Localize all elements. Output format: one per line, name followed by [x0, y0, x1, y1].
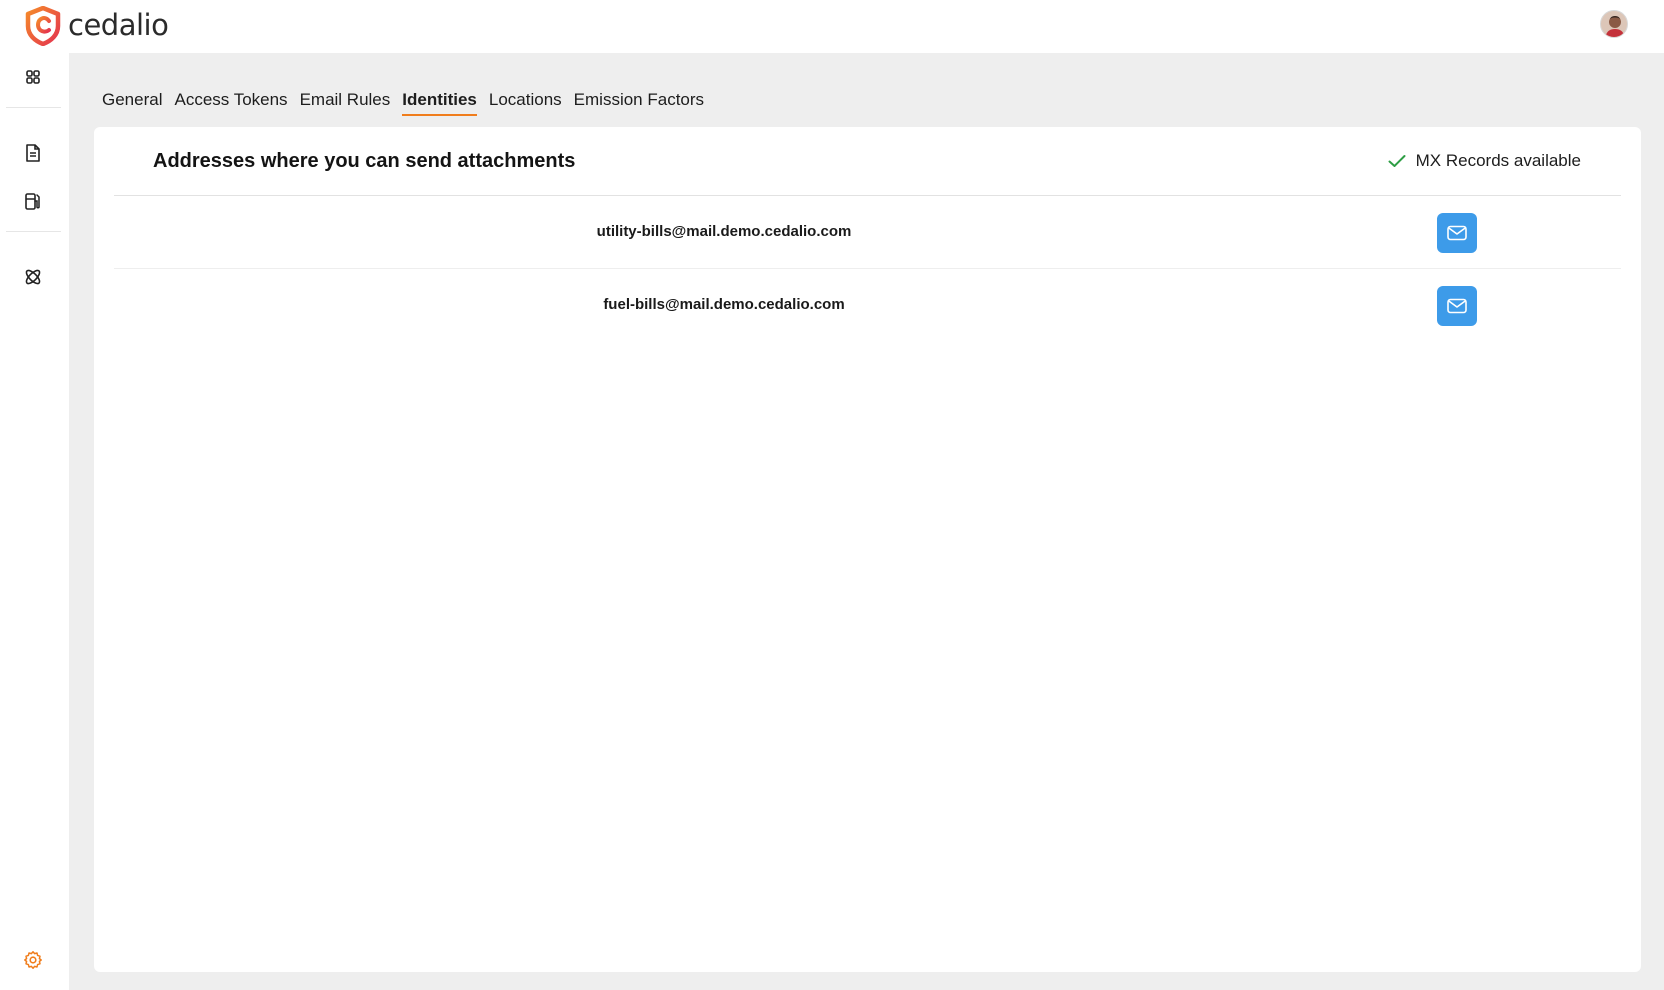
atom-icon [25, 269, 41, 285]
sidebar-divider [6, 231, 61, 232]
check-icon [1388, 155, 1406, 167]
sidebar-item-integrations[interactable] [22, 266, 44, 288]
tab-general[interactable]: General [102, 90, 162, 114]
card-title: Addresses where you can send attachments [153, 150, 576, 172]
identities-card: Addresses where you can send attachments… [94, 127, 1641, 972]
address-email: fuel-bills@mail.demo.cedalio.com [603, 296, 845, 313]
settings-tabs: General Access Tokens Email Rules Identi… [102, 90, 716, 116]
mail-icon [1447, 298, 1467, 314]
mx-status-label: MX Records available [1415, 151, 1581, 170]
mail-icon [1447, 225, 1467, 241]
tab-locations[interactable]: Locations [489, 90, 562, 114]
grid-icon [26, 70, 40, 84]
sidebar-item-documents[interactable] [22, 142, 44, 164]
mx-status: MX Records available [1388, 151, 1581, 171]
top-bar: cedalio [0, 0, 1664, 53]
brand-name: cedalio [68, 8, 169, 42]
address-row: utility-bills@mail.demo.cedalio.com [114, 196, 1621, 269]
sidebar-item-dashboard[interactable] [22, 66, 44, 88]
tab-emission-factors[interactable]: Emission Factors [574, 90, 704, 114]
avatar-icon [1601, 11, 1627, 37]
tab-access-tokens[interactable]: Access Tokens [174, 90, 287, 114]
brand-logo[interactable]: cedalio [24, 6, 169, 46]
main-content: General Access Tokens Email Rules Identi… [69, 53, 1664, 990]
sidebar [0, 53, 69, 990]
tab-email-rules[interactable]: Email Rules [300, 90, 391, 114]
sidebar-item-settings[interactable] [22, 949, 44, 971]
sidebar-divider [6, 107, 61, 108]
cedalio-logo-icon [25, 6, 61, 46]
gear-icon [24, 951, 42, 969]
address-email: utility-bills@mail.demo.cedalio.com [596, 223, 852, 240]
address-row: fuel-bills@mail.demo.cedalio.com [114, 269, 1621, 342]
user-avatar[interactable] [1600, 10, 1628, 38]
tab-identities[interactable]: Identities [402, 90, 477, 116]
fuel-pump-icon [25, 193, 40, 210]
document-icon [26, 144, 40, 162]
sidebar-item-fuel[interactable] [22, 190, 44, 212]
card-header: Addresses where you can send attachments… [114, 127, 1621, 196]
send-mail-button[interactable] [1437, 213, 1477, 253]
send-mail-button[interactable] [1437, 286, 1477, 326]
